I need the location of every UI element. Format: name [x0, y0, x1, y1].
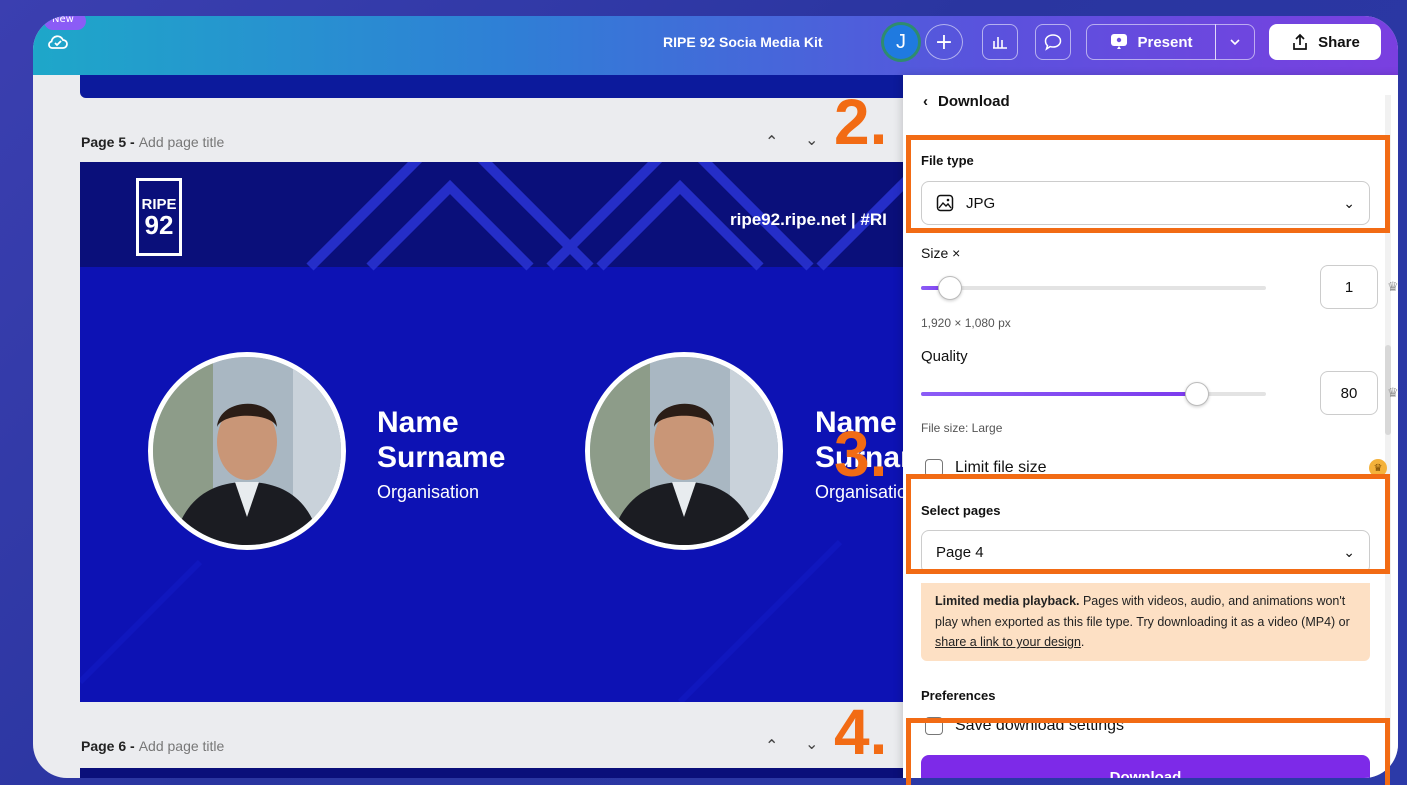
download-panel: ‹ Download File type JPG ⌄ Size × 1 ♛ 1,…: [903, 75, 1398, 778]
step-3-number: 3.: [834, 418, 888, 490]
site-url-text: ripe92.ripe.net | #RI: [730, 210, 887, 229]
move-page-up-icon[interactable]: ⌃: [765, 132, 778, 151]
file-type-value: JPG: [966, 194, 996, 212]
back-to-share-button[interactable]: ‹ Download: [923, 93, 1010, 110]
speaker-1-first-name: Name: [377, 406, 459, 439]
save-settings-checkbox[interactable]: [925, 717, 943, 735]
quality-slider[interactable]: [921, 382, 1266, 406]
panel-title: Download: [938, 93, 1010, 110]
select-pages-value: Page 4: [936, 543, 984, 561]
previous-page-bottom: [80, 75, 910, 98]
step-4-number: 4.: [834, 696, 888, 768]
crown-icon: ♛: [1387, 385, 1398, 400]
design-page-6-top[interactable]: [80, 768, 910, 778]
page-5-title-input[interactable]: Add page title: [139, 134, 225, 150]
ripe-92-logo: RIPE 92: [136, 178, 182, 256]
present-button[interactable]: Present: [1086, 24, 1216, 60]
insights-button[interactable]: [982, 24, 1018, 60]
limit-file-size-label: Limit file size: [955, 459, 1047, 476]
comment-icon: [1044, 34, 1062, 51]
present-label: Present: [1137, 33, 1193, 51]
limit-file-size-row[interactable]: Limit file size: [925, 459, 1047, 477]
new-badge: New: [44, 16, 86, 30]
avatar[interactable]: J: [881, 22, 921, 62]
plus-icon: +: [934, 29, 954, 55]
save-settings-row[interactable]: Save download settings: [925, 717, 1124, 735]
present-options-button[interactable]: [1215, 24, 1255, 60]
file-type-label: File type: [921, 153, 974, 168]
size-slider[interactable]: [921, 276, 1266, 300]
panel-scrollbar[interactable]: [1385, 95, 1391, 778]
speaker-photo-1: [148, 352, 346, 550]
page-6-title-input[interactable]: Add page title: [139, 738, 225, 754]
limit-file-size-checkbox[interactable]: [925, 459, 943, 477]
quality-slider-handle[interactable]: [1185, 382, 1209, 406]
speaker-1-org: Organisation: [377, 482, 480, 502]
present-icon: [1111, 34, 1128, 49]
speaker-1-surname: Surname: [377, 440, 506, 474]
speaker-1-name: Name Surname: [377, 406, 505, 475]
chevron-down-icon: ⌄: [1343, 194, 1355, 211]
stats-icon: [993, 37, 1007, 49]
step-2-number: 2.: [834, 86, 888, 158]
notice-period: .: [1080, 635, 1085, 650]
file-size-estimate: File size: Large: [921, 421, 1003, 435]
page-6-number: Page 6 -: [81, 738, 135, 754]
page-6-header: Page 6 - Add page title: [81, 734, 224, 758]
quality-slider-fill: [921, 392, 1197, 396]
size-label: Size ×: [921, 245, 961, 261]
share-icon: [1293, 33, 1307, 50]
comment-button[interactable]: [1035, 24, 1071, 60]
cloud-check-icon[interactable]: [46, 30, 70, 54]
move-page-6-down-icon[interactable]: ⌄: [805, 734, 818, 753]
quality-label: Quality: [921, 348, 968, 365]
add-collaborator-button[interactable]: +: [925, 24, 963, 60]
app-window: New RIPE 92 Socia Media Kit J + Present: [33, 16, 1398, 778]
speaker-photo-2: [585, 352, 783, 550]
logo-line-2: 92: [144, 209, 174, 240]
move-page-down-icon[interactable]: ⌄: [805, 130, 818, 149]
file-type-select[interactable]: JPG ⌄: [921, 181, 1370, 225]
crown-icon: ♛: [1387, 279, 1398, 294]
design-page-5[interactable]: RIPE 92 ripe92.ripe.net | #RI Name Surna…: [80, 162, 910, 702]
chevron-down-icon: [1230, 39, 1240, 46]
download-button[interactable]: Download: [921, 755, 1370, 778]
chevron-left-icon: ‹: [923, 93, 928, 110]
image-icon: [936, 194, 954, 212]
notice-title: Limited media playback.: [935, 594, 1080, 608]
save-settings-label: Save download settings: [955, 717, 1124, 734]
premium-crown-icon: ♛: [1369, 459, 1387, 477]
select-pages-label: Select pages: [921, 503, 1001, 518]
quality-input[interactable]: 80: [1320, 371, 1378, 415]
select-pages-dropdown[interactable]: Page 4 ⌄: [921, 530, 1370, 574]
page-5-header: Page 5 - Add page title: [81, 130, 224, 154]
share-button[interactable]: Share: [1269, 24, 1381, 60]
top-toolbar: New RIPE 92 Socia Media Kit J + Present: [33, 16, 1398, 75]
move-page-6-up-icon[interactable]: ⌃: [765, 736, 778, 755]
share-link[interactable]: share a link to your design: [935, 635, 1081, 649]
document-title[interactable]: RIPE 92 Socia Media Kit: [663, 34, 823, 50]
media-playback-notice: Limited media playback. Pages with video…: [921, 583, 1370, 661]
chevron-down-icon: ⌄: [1343, 543, 1355, 560]
preferences-label: Preferences: [921, 688, 996, 703]
size-dimensions: 1,920 × 1,080 px: [921, 316, 1011, 330]
size-slider-handle[interactable]: [938, 276, 962, 300]
share-label: Share: [1318, 33, 1360, 51]
page-5-number: Page 5 -: [81, 134, 135, 150]
size-input[interactable]: 1: [1320, 265, 1378, 309]
